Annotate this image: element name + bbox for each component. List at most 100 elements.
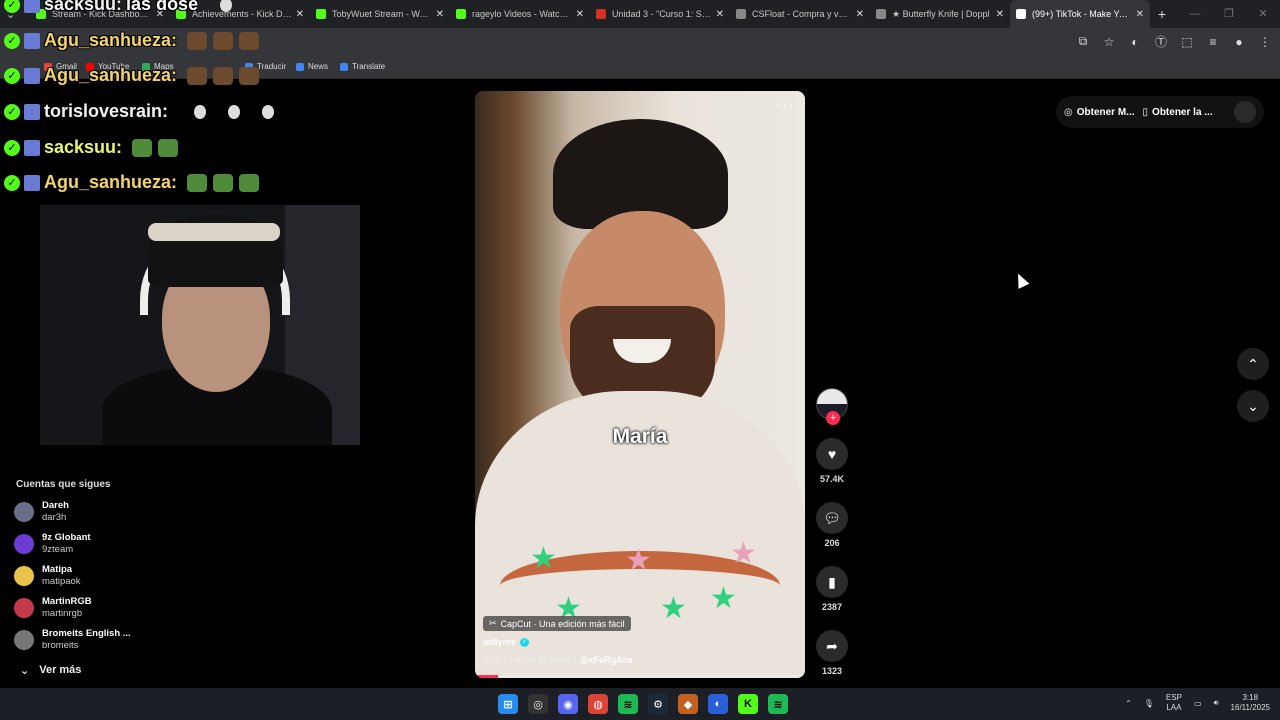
steam-icon[interactable]: ⚙ [648,694,668,714]
emote-icon [132,138,153,157]
following-item[interactable]: 9z Globant 9zteam [14,532,91,556]
video-description: Y va y rompe la yema... @xFaRgAnx [483,655,634,665]
windows-start-icon[interactable]: ⊞ [498,694,518,714]
maximize-icon[interactable]: ❐ [1212,0,1246,28]
menu-kebab-icon[interactable]: ⋮ [1258,35,1272,49]
spotify-icon-2[interactable]: ≋ [768,694,788,714]
window-controls: — ❐ ✕ [1178,0,1280,28]
get-app-bar: ◎ Obtener M... ▯ Obtener la ... [1056,96,1264,128]
kick-icon[interactable]: K [738,694,758,714]
bookmark-item[interactable]: Translate [340,62,385,71]
close-tab-icon[interactable]: ✕ [436,9,444,20]
bookmark-item[interactable]: News [296,62,328,71]
browser-tab[interactable]: CSFloat - Compra y vende ✕ [730,0,870,28]
chevron-up-icon: ⌃ [1247,356,1259,372]
volume-icon[interactable]: 🔊︎ [1214,698,1219,708]
like-button[interactable]: ♥ [816,438,848,470]
more-options-icon[interactable]: ··· [776,97,795,115]
follow-plus-icon[interactable]: + [826,411,840,425]
following-item[interactable]: Bromeits English ... bromeits [14,628,131,652]
following-username: bromeits [42,640,79,651]
user-avatar[interactable] [1234,101,1256,123]
emote-icon [239,31,260,50]
video-player[interactable]: ★ ★ ★ ★ ★ ★ ··· María ✂ CapCut · Una edic… [475,91,805,678]
close-tab-icon[interactable]: ✕ [716,9,724,20]
subscriber-badge-icon [24,32,40,49]
following-item[interactable]: MartinRGB martinrgb [14,596,92,620]
network-icon[interactable]: ▭ [1194,699,1202,708]
extension-icon[interactable]: ◐ [1128,35,1142,49]
author-link[interactable]: willyrex ✓ [483,637,530,647]
following-item[interactable]: Dareh dar3h [14,500,69,524]
minimize-icon[interactable]: — [1178,0,1212,28]
close-tab-icon[interactable]: ✕ [576,9,584,20]
chevron-down-icon: ⌄ [1247,398,1259,414]
subscriber-badge-icon [24,0,40,13]
emote-icon [220,0,233,12]
share-arrow-icon: ➦ [826,637,838,654]
install-app-icon[interactable]: ⧉ [1076,34,1090,49]
verified-badge-icon: ✓ [4,67,20,84]
subscriber-badge-icon [24,139,40,156]
close-window-icon[interactable]: ✕ [1246,0,1280,28]
comment-button[interactable]: 💬︎ [816,502,848,534]
next-video-button[interactable]: ⌄ [1237,390,1269,422]
save-button[interactable]: ▮ [816,566,848,598]
following-username: 9zteam [42,544,74,555]
chrome-icon[interactable]: ◍ [588,694,608,714]
see-more-button[interactable]: ⌄ Ver más [20,664,81,677]
browser-tab[interactable]: (99+) TikTok - Make Your ✕ [1010,0,1150,28]
close-tab-icon[interactable]: ✕ [296,9,304,20]
following-item[interactable]: Matipa matipaok [14,564,81,588]
following-username: martinrgb [42,608,83,619]
bookmark-star-icon[interactable]: ☆ [1102,35,1116,49]
microphone-icon[interactable]: 🎙︎ [1144,699,1154,708]
translate-extension-icon[interactable]: Ⓣ [1154,33,1168,50]
following-avatar [14,630,34,650]
extensions-puzzle-icon[interactable]: ⬚ [1180,35,1194,49]
share-count: 1323 [821,666,843,676]
get-app-button[interactable]: ▯ Obtener la ... [1143,107,1213,118]
following-title: Cuentas que sigues [16,479,111,490]
get-coins-button[interactable]: ◎ Obtener M... [1064,107,1135,118]
chat-message: ✓ Agu_sanhueza: [4,65,260,86]
close-tab-icon[interactable]: ✕ [856,9,864,20]
game-icon[interactable]: ◆ [678,694,698,714]
chat-text: las dose [126,0,199,14]
media-icon[interactable]: ≡ [1206,35,1220,49]
app-icon[interactable]: ◎ [528,694,548,714]
close-tab-icon[interactable]: ✕ [1136,9,1144,20]
language-indicator[interactable]: ESP LAA [1166,693,1182,713]
following-username: dar3h [42,512,67,523]
browser-tab[interactable]: Unidad 3 - "Curso 1: Sele ✕ [590,0,730,28]
save-count: 2387 [821,602,843,612]
capcut-tag[interactable]: ✂ CapCut · Una edición más fácil [483,616,631,631]
heart-icon: ♥ [827,446,837,462]
tab-favicon-icon [1016,9,1026,19]
tab-title: (99+) TikTok - Make Your [1032,9,1132,19]
new-tab-button[interactable]: + [1150,6,1174,22]
clock[interactable]: 3:18 16/11/2025 [1231,693,1270,713]
tab-title: Unidad 3 - "Curso 1: Sele [612,9,712,19]
discord-icon[interactable]: ◉ [558,694,578,714]
app-icon-2[interactable]: ◐ [708,694,728,714]
browser-tab[interactable]: ★ Butterfly Knife | Doppl ✕ [870,0,1010,28]
profile-icon[interactable]: ● [1232,35,1246,49]
video-progress-bar[interactable] [475,675,805,678]
emote-icon [239,66,260,85]
browser-tab[interactable]: TobyWuet Stream - Watch ✕ [310,0,450,28]
close-tab-icon[interactable]: ✕ [996,9,1004,20]
spotify-icon[interactable]: ≋ [618,694,638,714]
emote-icon [213,173,234,192]
bookmark-favicon-icon [296,62,304,71]
share-button[interactable]: ➦ [816,630,848,662]
browser-tab[interactable]: rageylo Videos - Watch O ✕ [450,0,590,28]
mention-link[interactable]: @xFaRgAnx [580,655,633,665]
verified-icon: ✓ [520,637,530,647]
emote-icon [187,66,208,85]
creator-avatar[interactable]: + [816,388,848,425]
emote-icon [262,104,275,119]
taskbar-apps: ⊞ ◎ ◉ ◍ ≋ ⚙ ◆ ◐ K ≋ [498,694,788,714]
previous-video-button[interactable]: ⌃ [1237,348,1269,380]
tray-chevron-icon[interactable]: ⌃ [1125,699,1132,708]
